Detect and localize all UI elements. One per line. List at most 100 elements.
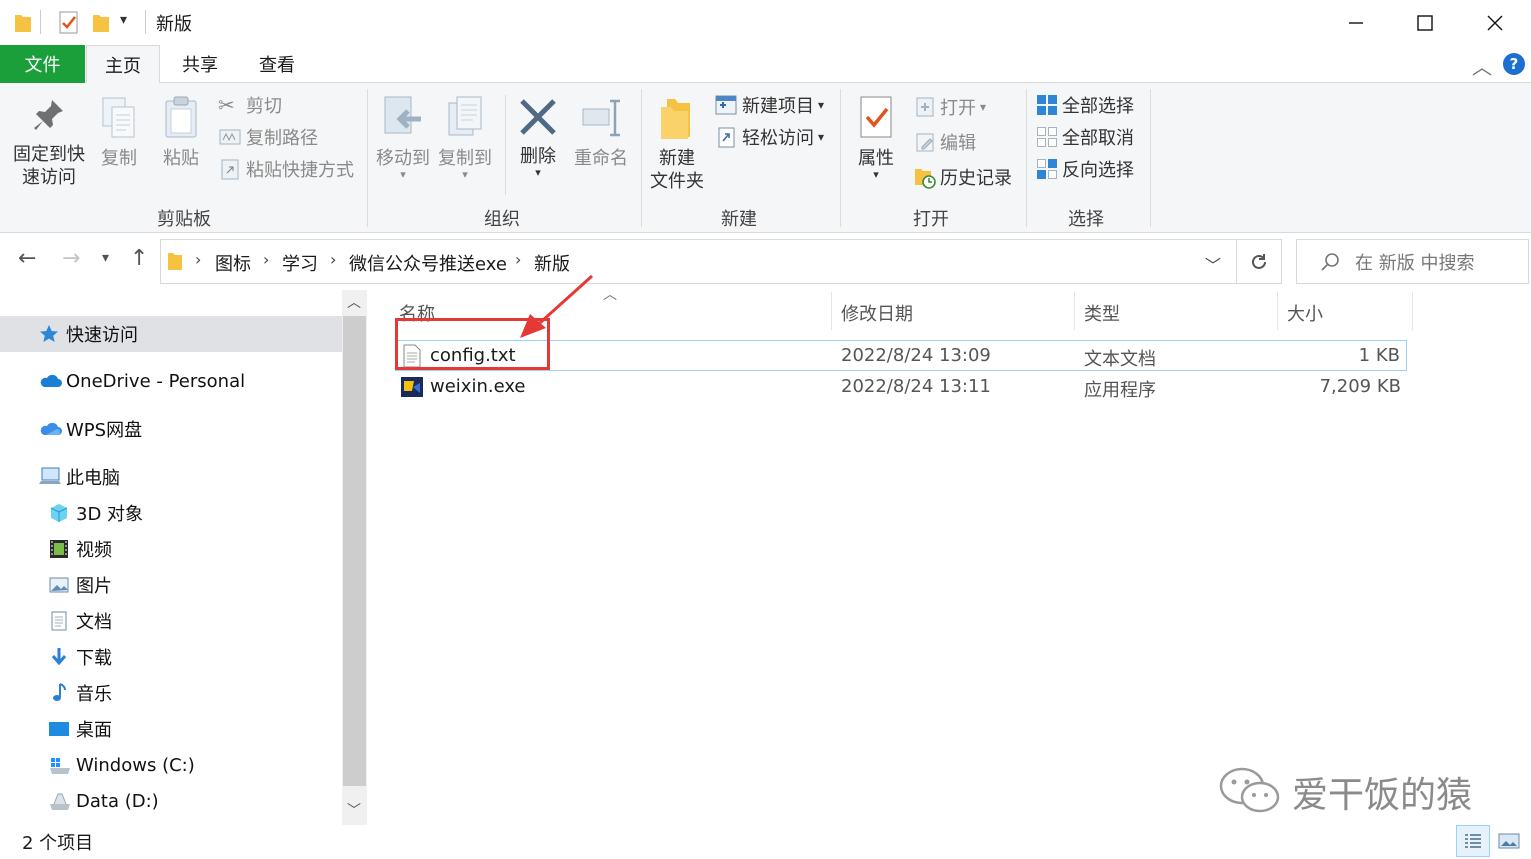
paste-shortcut-icon [221,159,239,180]
cut-button[interactable]: ✂ 剪切 [218,91,282,119]
navigation-scrollbar[interactable]: ︿ ﹀ [342,290,367,825]
select-all-button[interactable]: 全部选择 [1036,91,1134,119]
file-modified: 2022/8/24 13:11 [841,376,991,397]
open-button[interactable]: 打开 ▾ [914,93,986,121]
group-label-organize: 组织 [484,209,520,230]
rename-button[interactable]: 重命名 [570,95,632,170]
minimize-icon [1349,21,1363,24]
nav-item-quick-access[interactable]: 快速访问 [0,316,342,352]
breadcrumb-item[interactable]: 学习 [282,250,318,276]
sort-ascending-icon: ︿ [603,287,617,303]
scroll-down-icon[interactable]: ﹀ [347,800,361,820]
application-icon [400,375,424,404]
refresh-icon [1252,253,1266,269]
quick-access-dropdown-icon[interactable]: ▾ [120,12,127,28]
collapse-ribbon-icon[interactable]: ︿ [1472,51,1492,80]
easy-access-icon [718,127,735,148]
help-icon[interactable]: ? [1502,52,1526,81]
delete-button[interactable]: 删除 ▾ [512,97,564,178]
nav-item-desktop[interactable]: 桌面 [48,712,112,746]
large-icons-view-icon [1498,833,1520,849]
details-view-icon [1465,834,1481,848]
new-folder-quick-icon[interactable] [92,12,110,39]
document-icon [48,610,70,632]
breadcrumb-item[interactable]: 图标 [215,250,251,276]
address-dropdown-icon[interactable]: ﹀ [1205,252,1221,276]
edit-button[interactable]: 编辑 [914,128,976,156]
tab-home[interactable]: 主页 [86,45,160,84]
tab-file[interactable]: 文件 [0,45,85,83]
nav-item-pictures[interactable]: 图片 [48,568,112,602]
easy-access-button[interactable]: 轻松访问 ▾ [714,123,824,151]
search-placeholder: 在 新版 中搜索 [1355,252,1475,274]
history-button[interactable]: 历史记录 [914,163,1012,191]
select-none-icon [1037,127,1057,147]
file-row-weixin[interactable]: weixin.exe 2022/8/24 13:11 应用程序 7,209 KB [395,372,1407,403]
watermark-logo-icon [1218,766,1284,821]
ribbon-tabs: 文件 主页 共享 查看 ︿ ? [0,45,1531,84]
nav-item-this-pc[interactable]: 此电脑 [38,460,120,494]
copy-path-icon [219,129,241,145]
system-drive-icon [48,754,70,776]
properties-quick-icon[interactable] [58,11,80,40]
nav-item-documents[interactable]: 文档 [48,604,112,638]
close-button[interactable] [1464,0,1526,45]
pin-to-quick-access-button[interactable]: 固定到快 速访问 [8,97,90,189]
back-arrow-icon[interactable]: ← [18,246,36,271]
nav-item-music[interactable]: 音乐 [48,676,112,710]
copy-path-button[interactable]: 复制路径 [218,123,318,151]
scroll-up-icon[interactable]: ︿ [347,292,361,312]
new-folder-button[interactable]: 新建 文件夹 [646,95,708,193]
refresh-button[interactable] [1237,239,1282,284]
invert-selection-button[interactable]: 反向选择 [1036,155,1134,183]
file-size: 7,209 KB [1319,376,1401,397]
nav-item-wps[interactable]: WPS网盘 [38,412,142,446]
history-icon [915,169,936,189]
nav-item-videos[interactable]: 视频 [48,532,112,566]
scrollbar-thumb[interactable] [343,316,366,786]
select-none-button[interactable]: 全部取消 [1036,123,1134,151]
tab-view[interactable]: 查看 [240,45,314,83]
forward-arrow-icon[interactable]: → [62,246,80,271]
large-icons-view-button[interactable] [1492,825,1526,857]
delete-x-icon [520,99,556,135]
desktop-icon [48,718,70,740]
nav-item-downloads[interactable]: 下载 [48,640,112,674]
nav-item-drive-d[interactable]: Data (D:) [48,784,159,818]
new-item-button[interactable]: 新建项目 ▾ [714,91,824,119]
cloud-icon [38,370,62,392]
paste-icon [165,96,197,138]
move-to-button[interactable]: 移动到 ▾ [374,95,432,180]
file-modified: 2022/8/24 13:09 [841,345,991,366]
paste-button[interactable]: 粘贴 [156,95,206,170]
paste-shortcut-button[interactable]: 粘贴快捷方式 [218,155,354,183]
nav-item-3d-objects[interactable]: 3D 对象 [48,496,143,530]
ribbon: 固定到快 速访问 复制 粘贴 ✂ 剪切 复制路径 粘贴快捷方式 剪贴板 移动到 … [0,83,1531,233]
column-header-modified[interactable]: 修改日期 [841,300,913,326]
recent-locations-icon[interactable]: ▾ [102,250,109,266]
file-type: 应用程序 [1084,380,1156,401]
column-header-type[interactable]: 类型 [1084,300,1120,326]
maximize-button[interactable] [1394,0,1456,45]
drive-icon [48,790,70,812]
breadcrumb-item[interactable]: 微信公众号推送exe [349,250,507,276]
copy-button[interactable]: 复制 [94,95,144,170]
address-bar[interactable]: › 图标 › 学习 › 微信公众号推送exe › 新版 ﹀ [160,239,1237,284]
tab-share[interactable]: 共享 [164,45,236,83]
item-count: 2 个项目 [22,833,94,854]
group-label-new: 新建 [721,209,757,230]
nav-item-drive-c[interactable]: Windows (C:) [48,748,195,782]
maximize-icon [1417,14,1433,31]
search-input[interactable]: 在 新版 中搜索 [1296,239,1529,284]
minimize-button[interactable] [1325,0,1387,45]
file-size: 1 KB [1358,345,1400,366]
column-header-size[interactable]: 大小 [1287,300,1323,326]
new-item-icon [715,95,737,115]
up-arrow-icon[interactable]: ↑ [130,246,148,271]
copy-to-icon [448,96,482,136]
properties-button[interactable]: 属性 ▾ [850,95,902,180]
details-view-button[interactable] [1456,825,1490,857]
nav-item-onedrive[interactable]: OneDrive - Personal [38,364,245,398]
copy-to-button[interactable]: 复制到 ▾ [436,95,494,180]
film-icon [48,538,70,560]
